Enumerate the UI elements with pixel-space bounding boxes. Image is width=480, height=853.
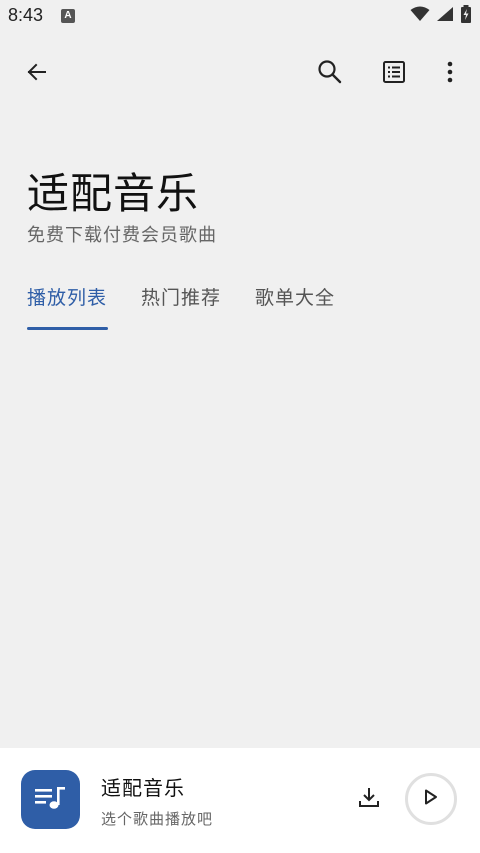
page-subtitle: 免费下载付费会员歌曲 [27, 225, 217, 246]
battery-charging-icon [460, 5, 472, 27]
page-title: 适配音乐 [27, 169, 200, 218]
download-icon [358, 786, 380, 812]
status-bar: 8:43 A [0, 0, 480, 34]
more-options-button[interactable] [426, 48, 474, 100]
tab-playlist[interactable]: 播放列表 [27, 283, 107, 310]
tab-song-lists[interactable]: 歌单大全 [255, 283, 335, 310]
tab-indicator [27, 327, 108, 330]
search-icon [317, 59, 343, 89]
list-view-button[interactable] [370, 48, 418, 100]
play-icon [424, 789, 438, 809]
wifi-icon [410, 6, 430, 26]
search-button[interactable] [306, 48, 354, 100]
status-icons [410, 5, 472, 27]
toolbar [0, 48, 480, 100]
signal-icon [436, 6, 454, 26]
player-subtitle: 选个歌曲播放吧 [101, 810, 214, 828]
notification-a-icon: A [61, 9, 75, 23]
back-button[interactable] [13, 48, 61, 100]
tab-bar: 播放列表 热门推荐 歌单大全 [0, 283, 480, 333]
download-button[interactable] [348, 778, 390, 820]
queue-music-icon [34, 785, 68, 815]
tab-hot-recommend[interactable]: 热门推荐 [141, 283, 221, 310]
player-artwork[interactable] [21, 770, 80, 829]
play-button[interactable] [405, 773, 457, 825]
list-view-icon [382, 60, 406, 88]
back-arrow-icon [25, 60, 49, 88]
player-title: 适配音乐 [101, 776, 185, 800]
more-vert-icon [447, 61, 453, 87]
mini-player[interactable]: 适配音乐 选个歌曲播放吧 [0, 748, 480, 853]
status-time: 8:43 [8, 5, 44, 25]
